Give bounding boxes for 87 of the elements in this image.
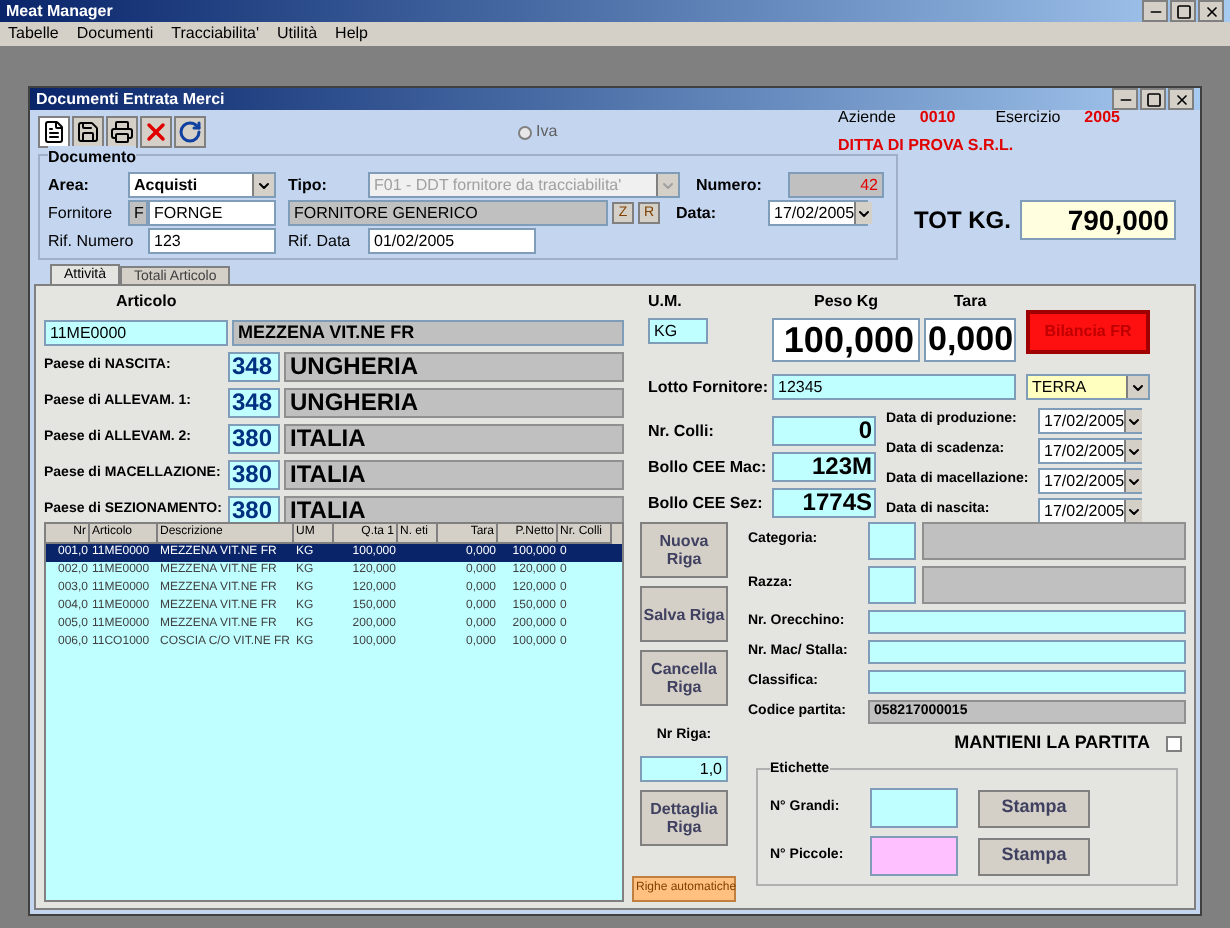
radio-label: Iva [536,120,558,144]
article-code-field[interactable]: 11ME0000 [44,320,228,346]
field-label: Fornitore [48,201,115,225]
field-label: Area: [48,173,91,197]
app-title: Meat Manager [6,0,113,23]
reference-date-field[interactable]: 01/02/2005 [368,228,536,254]
country-code-field[interactable]: 380 [228,460,280,490]
field-label: Nr. Colli: [648,419,716,443]
date-dropdown[interactable]: 17/02/2005 [1038,468,1142,494]
reference-number-field[interactable]: 123 [148,228,276,254]
input-field[interactable] [868,610,1186,634]
save-icon[interactable] [72,116,104,148]
supplier-name-field: FORNITORE GENERICO [288,200,608,226]
menu-item[interactable]: Tracciabilita' [171,22,260,46]
date-dropdown[interactable]: 17/02/2005 [1038,438,1142,464]
close-icon[interactable] [1198,0,1224,22]
print-icon[interactable] [106,116,138,148]
unit-field[interactable]: KG [648,318,708,344]
supplier-code-field[interactable]: FORNGE [148,200,276,226]
company-label: Aziende [838,106,896,130]
input-field[interactable] [868,640,1186,664]
minimize-icon[interactable] [1142,0,1168,22]
row-detail-button[interactable]: Dettaglia Riga [640,789,728,845]
country-code-field[interactable]: 348 [228,388,280,418]
input-field[interactable] [868,670,1186,694]
value-field[interactable]: 0 [772,416,876,446]
tare-field[interactable]: 0,000 [924,318,1016,362]
country-name-field: ITALIA [284,460,624,490]
row-action-button[interactable]: Nuova Riga [640,522,728,578]
company-code: 0010 [919,106,956,130]
row-number-field[interactable]: 1,0 [640,755,728,781]
date-dropdown[interactable]: 17/02/2005 [768,200,868,226]
field-label: Peso Kg [813,290,878,314]
value-field[interactable]: 1774S [772,488,876,518]
field-label: Bollo CEE Mac: [648,455,768,479]
field-label: Tipo: [288,173,329,197]
year-label: Esercizio [995,106,1061,130]
code-field[interactable] [868,566,916,604]
print-button[interactable]: Stampa [978,789,1090,827]
number-field: 42 [788,172,884,198]
quantity-field[interactable] [870,788,958,828]
refresh-icon[interactable] [174,116,206,148]
field-label: Bollo CEE Sez: [648,491,765,515]
field-label: Lotto Fornitore: [648,375,768,399]
minimize-icon[interactable] [1112,88,1138,110]
radio-button[interactable] [518,125,532,139]
field-label: Tara [953,290,987,314]
field-label: U.M. [648,290,684,314]
country-code-field[interactable]: 348 [228,352,280,382]
code-field[interactable] [868,522,916,560]
area-dropdown[interactable]: Acquisti [128,172,276,198]
field-label: Rif. Numero [48,229,136,253]
field-label: Rif. Data [288,229,353,253]
country-name-field: UNGHERIA [284,352,624,382]
country-code-field[interactable]: 380 [228,424,280,454]
weight-field[interactable]: 100,000 [772,318,920,362]
row-action-button[interactable]: Salva Riga [640,586,728,642]
menu-item[interactable]: Tabelle [8,22,59,46]
total-label: TOT KG. [914,203,1011,237]
menu-item[interactable]: Help [335,22,368,46]
maximize-icon[interactable] [1140,88,1166,110]
keep-batch-label: MANTIENI LA PARTITA [954,730,1150,756]
quantity-field[interactable] [870,836,958,876]
window-title: Documenti Entrata Merci [36,87,225,111]
close-icon[interactable] [1168,88,1194,110]
row-action-button[interactable]: Cancella Riga [640,650,728,706]
country-name-field: ITALIA [284,424,624,454]
field-label: Numero: [696,173,764,197]
print-button[interactable]: Stampa [978,837,1090,875]
field-label: Articolo [116,290,179,314]
checkbox[interactable] [1166,735,1182,752]
batch-field[interactable]: 12345 [772,374,1016,400]
menu-item[interactable]: Utilità [277,22,318,46]
year-value: 2005 [1084,106,1120,130]
new-document-icon[interactable] [38,116,70,148]
supplier-type-field[interactable]: F [128,200,148,226]
menu-item[interactable]: Documenti [76,22,154,46]
country-name-field: UNGHERIA [284,388,624,418]
date-dropdown[interactable]: 17/02/2005 [1038,498,1142,524]
date-dropdown[interactable]: 17/02/2005 [1038,408,1142,434]
total-field: 790,000 [1020,199,1177,239]
origin-dropdown[interactable]: TERRA [1026,374,1150,400]
maximize-icon[interactable] [1170,0,1196,22]
article-name-field: MEZZENA VIT.NE FR [232,320,624,346]
field-label: Data: [676,201,719,225]
company-name: DITTA DI PROVA S.R.L. [838,134,1016,158]
value-field[interactable]: 123M [772,452,876,482]
